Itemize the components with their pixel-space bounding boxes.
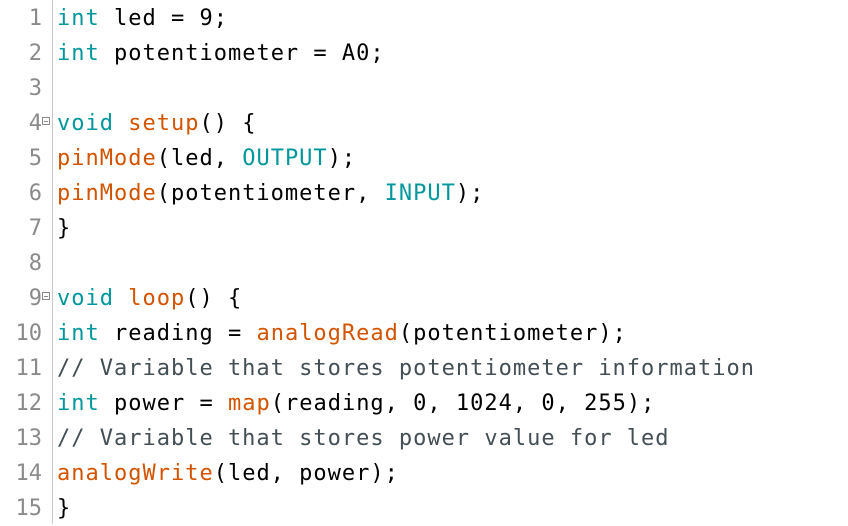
keyword-token: void [57, 111, 114, 136]
code-token: () { [185, 286, 243, 311]
code-text[interactable]: } [57, 491, 71, 526]
code-token: () { [199, 111, 257, 136]
function-token: setup [128, 111, 200, 136]
keyword-token: INPUT [384, 181, 456, 206]
code-text[interactable]: } [57, 211, 71, 246]
line-number: 11 [15, 356, 43, 381]
function-token: map [227, 391, 271, 416]
code-text[interactable]: void loop() { [57, 281, 242, 316]
code-text[interactable]: analogWrite(led, power); [57, 456, 399, 491]
line-number: 10 [15, 321, 43, 346]
line-number: 14 [15, 461, 43, 486]
code-token: } [57, 216, 72, 241]
keyword-token: int [57, 41, 100, 66]
code-token: (led, [156, 146, 243, 171]
keyword-token: int [57, 6, 100, 31]
code-line[interactable]: 2 int potentiometer = A0; [0, 36, 848, 71]
keyword-token: void [57, 286, 114, 311]
line-number: 12 [15, 391, 43, 416]
line-number: 7 [28, 216, 42, 241]
code-token: reading = [99, 321, 257, 346]
code-text[interactable]: // Variable that stores potentiometer in… [57, 351, 755, 386]
function-token: analogWrite [57, 461, 214, 486]
code-token: led = 9; [99, 6, 228, 31]
code-line[interactable]: 1 int led = 9; [0, 1, 848, 36]
line-number: 15 [15, 496, 43, 521]
line-number: 13 [15, 426, 43, 451]
code-line[interactable]: 5 pinMode(led, OUTPUT); [0, 141, 848, 176]
code-token: (potentiometer); [398, 321, 627, 346]
code-token: potentiometer = A0; [99, 41, 385, 66]
comment-token: // Variable that stores power value for … [57, 426, 670, 451]
keyword-token: int [57, 321, 100, 346]
comment-token: // Variable that stores potentiometer in… [57, 356, 756, 381]
code-line[interactable]: 13 // Variable that stores power value fo… [0, 421, 848, 456]
code-line[interactable]: 10 int reading = analogRead(potentiometer… [0, 316, 848, 351]
keyword-token: OUTPUT [242, 146, 328, 171]
line-number: 9 [28, 286, 42, 311]
line-number: 2 [28, 41, 42, 66]
line-number: 3 [28, 76, 42, 101]
code-text[interactable]: int potentiometer = A0; [57, 36, 385, 71]
code-token: (reading, 0, 1024, 0, 255); [270, 391, 656, 416]
fold-collapse-icon[interactable] [42, 292, 50, 300]
code-line[interactable]: 15} [0, 491, 848, 526]
code-text[interactable]: void setup() { [57, 106, 256, 141]
code-line[interactable]: 7} [0, 211, 848, 246]
code-token: (led, power); [213, 461, 399, 486]
fold-collapse-icon[interactable] [42, 117, 50, 125]
function-token: pinMode [57, 181, 157, 206]
code-text[interactable]: int led = 9; [57, 1, 228, 36]
code-token: power = [99, 391, 228, 416]
keyword-token: int [57, 391, 100, 416]
code-text[interactable]: int reading = analogRead(potentiometer); [57, 316, 627, 351]
code-text[interactable]: // Variable that stores power value for … [57, 421, 670, 456]
code-line[interactable]: 6 pinMode(potentiometer, INPUT); [0, 176, 848, 211]
code-line[interactable]: 8 [0, 246, 848, 281]
code-text[interactable]: pinMode(potentiometer, INPUT); [57, 176, 484, 211]
code-line[interactable]: 4 void setup() { [0, 106, 848, 141]
line-number: 1 [28, 6, 42, 31]
line-number: 6 [28, 181, 42, 206]
code-token: } [57, 496, 72, 521]
code-text[interactable]: pinMode(led, OUTPUT); [57, 141, 356, 176]
code-token: (potentiometer, [156, 181, 385, 206]
line-number: 5 [28, 146, 42, 171]
code-line[interactable]: 9 void loop() { [0, 281, 848, 316]
code-token: ); [455, 181, 485, 206]
code-token: ); [327, 146, 357, 171]
function-token: analogRead [256, 321, 399, 346]
line-number: 8 [28, 251, 42, 276]
function-token: pinMode [57, 146, 157, 171]
function-token: loop [128, 286, 186, 311]
line-number: 4 [28, 111, 42, 136]
code-line[interactable]: 3 [0, 71, 848, 106]
code-line[interactable]: 11 // Variable that stores potentiometer … [0, 351, 848, 386]
code-editor[interactable]: 1 int led = 9; 2 int potentiometer = A0; 3 4 v… [0, 0, 848, 524]
code-line[interactable]: 12 int power = map(reading, 0, 1024, 0, 2… [0, 386, 848, 421]
code-line[interactable]: 14 analogWrite(led, power); [0, 456, 848, 491]
code-text[interactable]: int power = map(reading, 0, 1024, 0, 255… [57, 386, 655, 421]
